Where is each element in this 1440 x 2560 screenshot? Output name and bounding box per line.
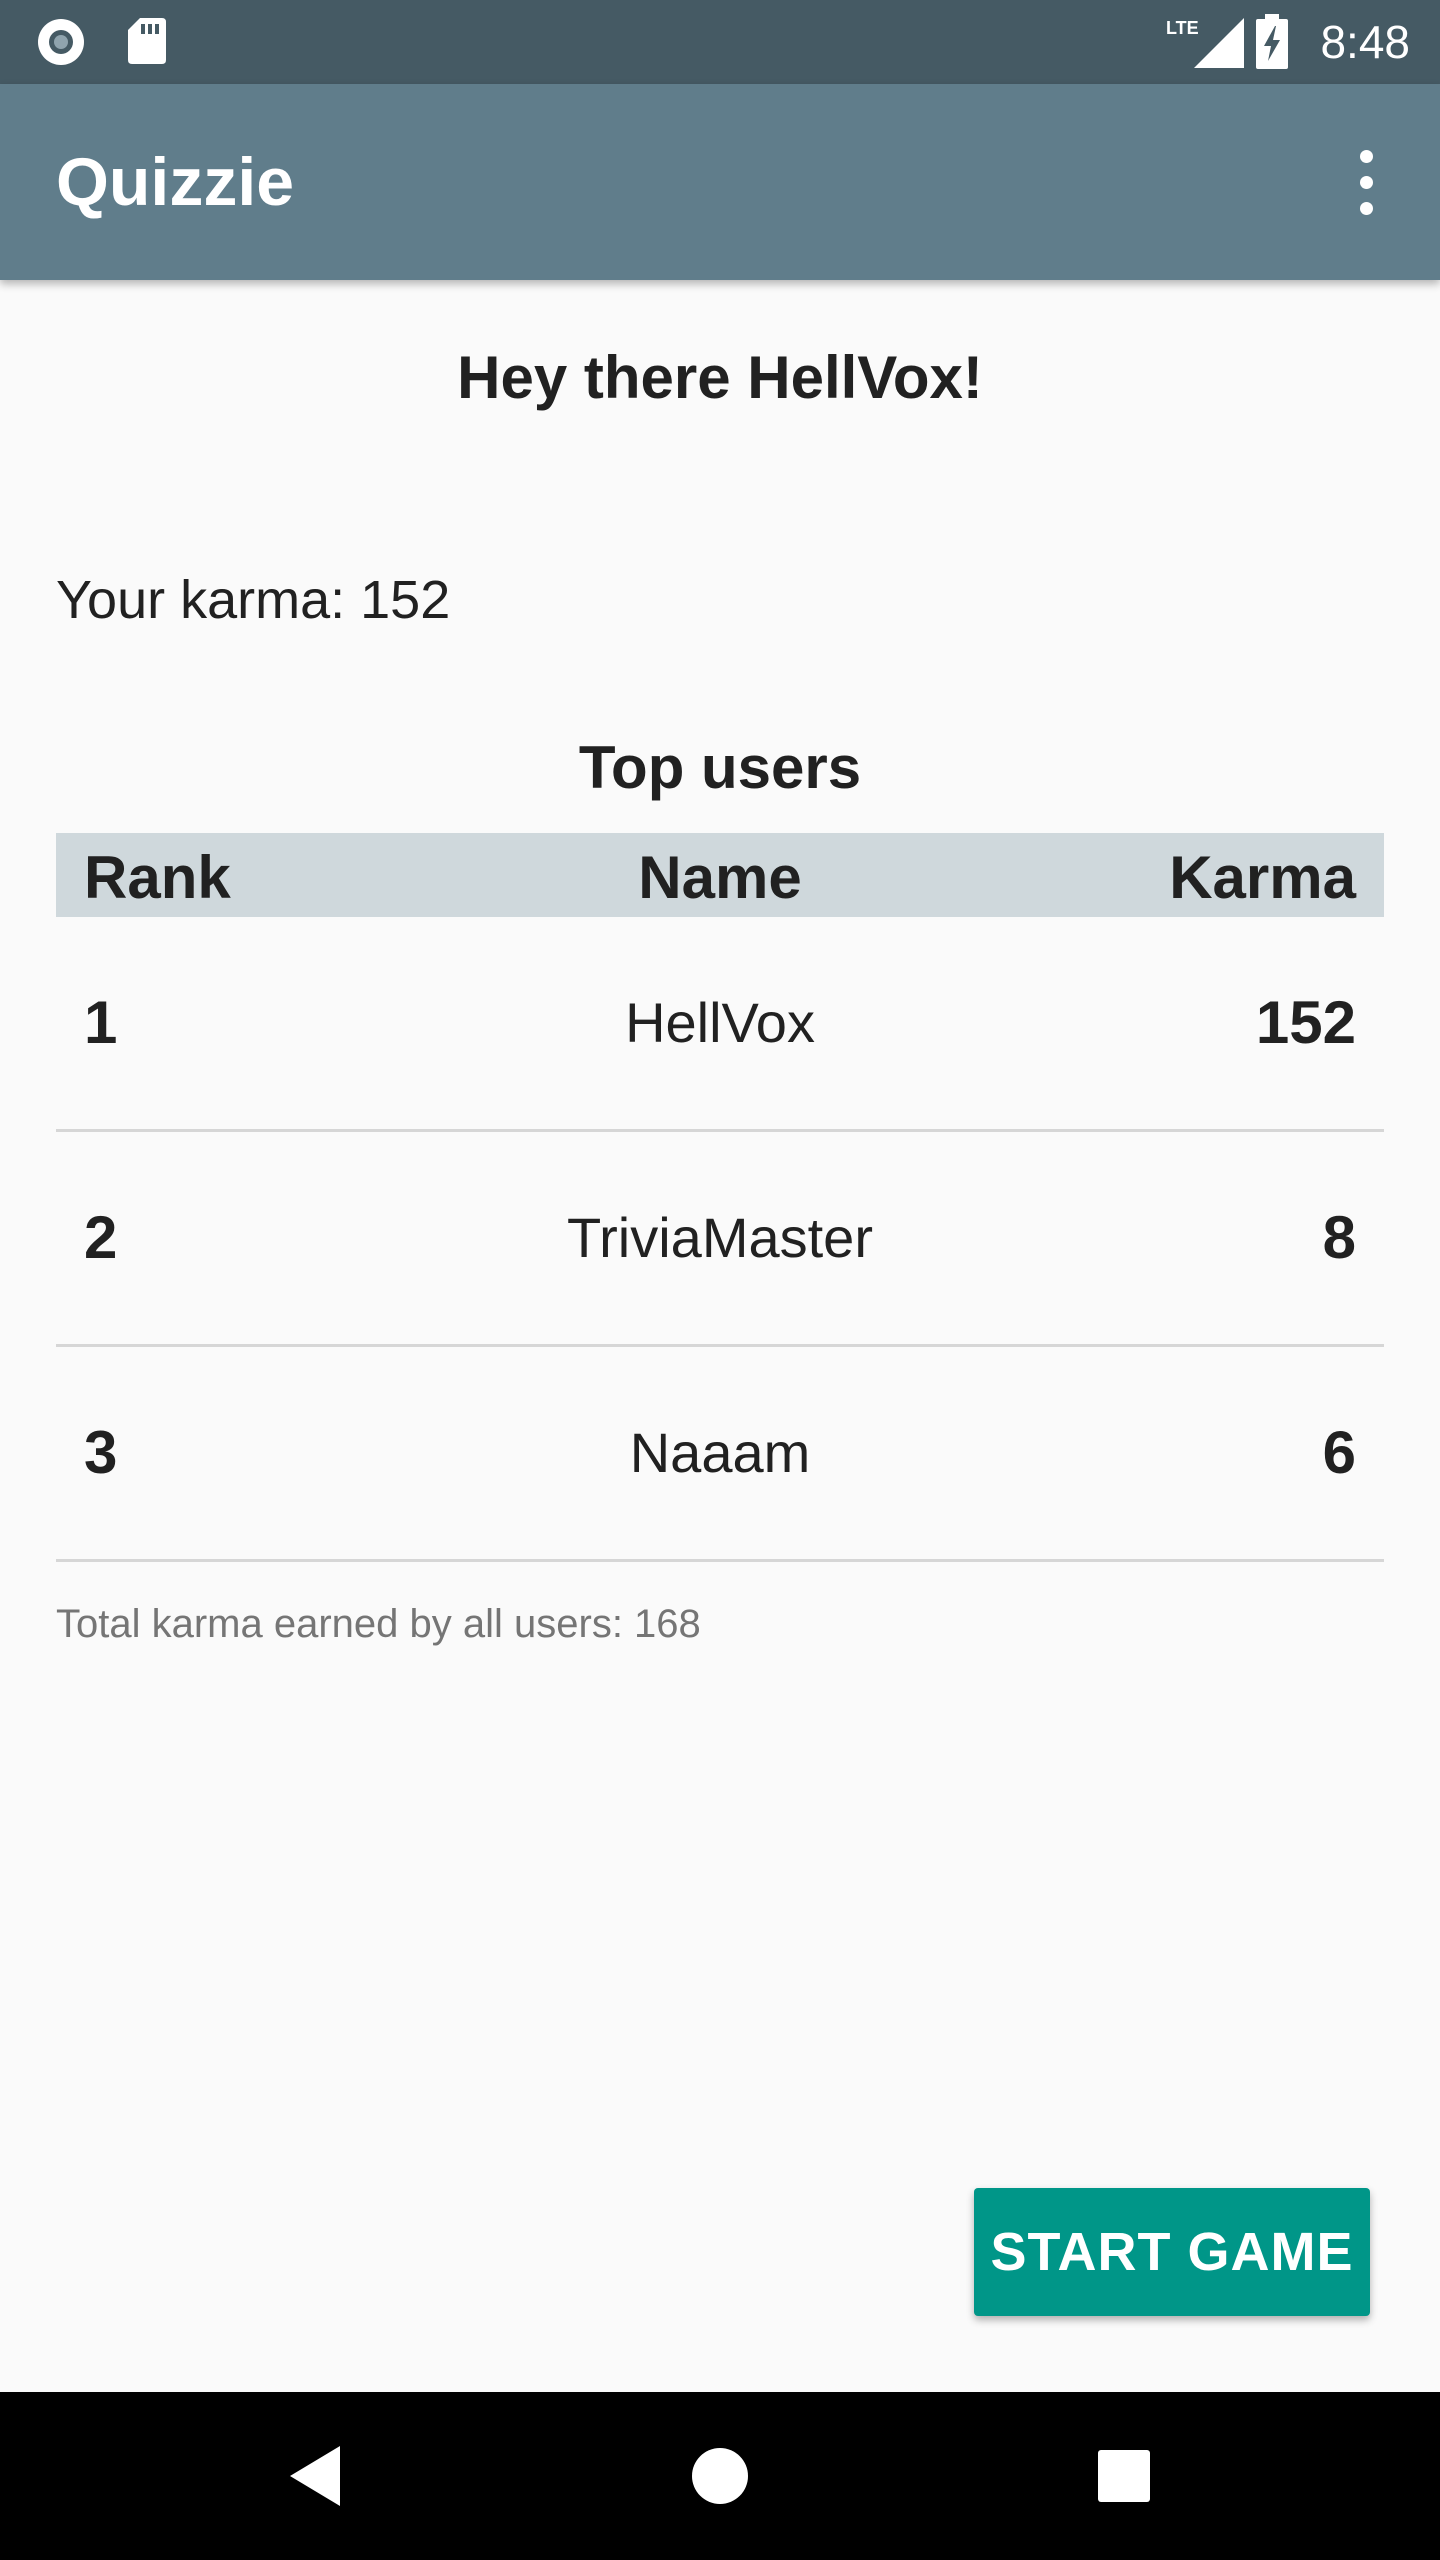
status-time: 8:48 xyxy=(1320,16,1410,68)
header-karma: Karma xyxy=(1169,844,1356,911)
row-name: Naaam xyxy=(629,1421,811,1484)
row-rank: 1 xyxy=(84,989,118,1056)
greeting-heading: Hey there HellVox! xyxy=(457,344,983,411)
table-row: TriviaMaster 2 8 xyxy=(56,1132,1384,1347)
leaderboard-table: Name Rank Karma HellVox 1 152 TriviaMast… xyxy=(56,833,1384,1562)
row-name: HellVox xyxy=(625,991,815,1054)
row-rank: 2 xyxy=(84,1204,118,1271)
table-row: Naaam 3 6 xyxy=(56,1347,1384,1562)
row-karma: 152 xyxy=(1255,989,1356,1056)
row-karma: 8 xyxy=(1322,1204,1356,1271)
sd-card-icon xyxy=(128,18,166,64)
app-bar: Quizzie xyxy=(0,84,1440,280)
recents-icon[interactable] xyxy=(1074,2426,1174,2526)
svg-text:LTE: LTE xyxy=(1166,18,1199,38)
start-game-button[interactable]: START GAME xyxy=(974,2188,1370,2316)
table-header: Name Rank Karma xyxy=(56,833,1384,917)
status-bar: LTE 8:48 xyxy=(0,0,1440,84)
row-karma: 6 xyxy=(1322,1419,1356,1486)
back-icon[interactable] xyxy=(266,2426,366,2526)
more-options-button[interactable] xyxy=(1314,130,1418,234)
navigation-bar xyxy=(0,2392,1440,2560)
sync-circle-icon xyxy=(38,19,84,65)
header-rank: Rank xyxy=(84,844,231,911)
home-icon[interactable] xyxy=(670,2426,770,2526)
table-row: HellVox 1 152 xyxy=(56,917,1384,1132)
lte-signal-icon: LTE xyxy=(1166,18,1244,68)
battery-charging-icon xyxy=(1256,14,1288,69)
row-rank: 3 xyxy=(84,1419,118,1486)
user-karma-text: Your karma: 152 xyxy=(56,570,451,630)
app-title: Quizzie xyxy=(56,144,295,220)
top-users-title: Top users xyxy=(578,734,862,801)
row-name: TriviaMaster xyxy=(567,1206,873,1269)
total-karma-text: Total karma earned by all users: 168 xyxy=(56,1602,701,1646)
